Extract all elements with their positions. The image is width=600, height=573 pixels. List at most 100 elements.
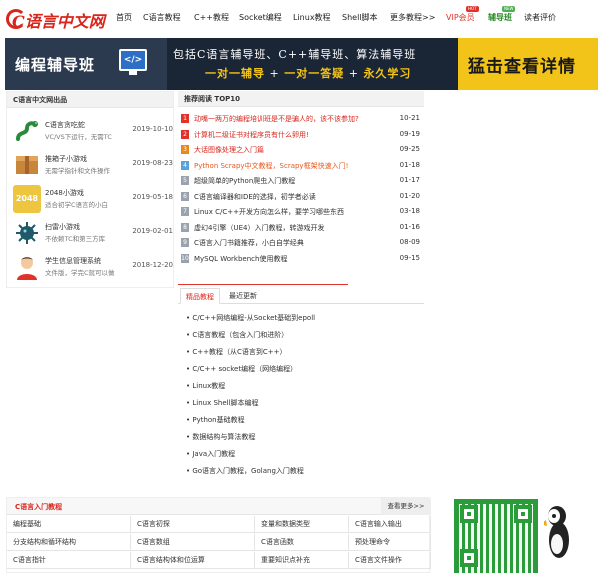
tab-recent[interactable]: 最近更新 bbox=[224, 288, 262, 304]
tutorial-link[interactable]: • C++教程（从C语言到C++） bbox=[186, 347, 286, 357]
top10-item[interactable]: 10 MySQL Workbench使用教程 09-15 bbox=[180, 251, 422, 266]
top10-item[interactable]: 7 Linux C/C++开发方向怎么样，要学习哪些东西 03-18 bbox=[180, 204, 422, 219]
box-icon bbox=[13, 151, 41, 179]
top10-item[interactable]: 1 动嘴一两万的编程培训班是不是骗人的，该不该参加? 10-21 bbox=[180, 111, 422, 126]
course-more-link[interactable]: 查看更多>> bbox=[381, 498, 431, 515]
article-title-link[interactable]: 虚幻4引擎（UE4）入门教程，转游戏开发 bbox=[194, 223, 392, 233]
top10-item[interactable]: 3 大话图像处理之入门篇 09-25 bbox=[180, 142, 422, 157]
course-link[interactable]: 重要知识点补充 bbox=[255, 552, 349, 569]
course-link[interactable]: C语言指针 bbox=[7, 552, 131, 569]
app-item[interactable]: 学生信息管理系统 文件版，学完C就可以做 2018-12-20 bbox=[13, 250, 173, 284]
article-date: 01-18 bbox=[399, 160, 420, 169]
article-title-link[interactable]: 超级简单的Python爬虫入门教程 bbox=[194, 176, 392, 186]
tutorial-tabs: 精品教程 最近更新 bbox=[178, 288, 424, 304]
article-title-link[interactable]: 计算机二级证书对程序员有什么卵用! bbox=[194, 130, 392, 140]
article-title-link[interactable]: 大话图像处理之入门篇 bbox=[194, 145, 392, 155]
tutorial-link[interactable]: • Go语言入门教程，Golang入门教程 bbox=[186, 466, 304, 476]
code-monitor-icon: </> bbox=[119, 49, 147, 71]
top10-item[interactable]: 5 超级简单的Python爬虫入门教程 01-17 bbox=[180, 173, 422, 188]
logo-text: C语言中文网 bbox=[12, 12, 105, 31]
rank-number: 5 bbox=[181, 176, 189, 185]
article-date: 10-21 bbox=[399, 114, 420, 122]
student-icon bbox=[13, 253, 41, 281]
qr-finder-icon bbox=[514, 505, 532, 523]
mine-icon bbox=[13, 219, 41, 247]
article-title-link[interactable]: Linux C/C++开发方向怎么样，要学习哪些东西 bbox=[194, 207, 392, 217]
app-date: 2019-08-23 bbox=[132, 159, 173, 167]
app-item[interactable]: C语言贪吃蛇 VC/VS下运行，无需TC 2019-10-10 bbox=[13, 114, 173, 148]
nav-c-tutorial[interactable]: C语言教程 bbox=[143, 12, 181, 23]
course-link[interactable]: C语言文件操作 bbox=[349, 552, 431, 569]
banner-feature-3: 永久学习 bbox=[363, 67, 412, 80]
tutorial-link[interactable]: • Linux Shell脚本编程 bbox=[186, 398, 259, 408]
article-title-link[interactable]: C语言编译器和IDE的选择，初学者必读 bbox=[194, 192, 392, 202]
course-link[interactable]: 变量和数据类型 bbox=[255, 516, 349, 533]
game-2048-icon: 2048 bbox=[13, 185, 41, 213]
site-logo[interactable]: C语言中文网 bbox=[6, 5, 105, 31]
rank-number: 1 bbox=[181, 114, 189, 123]
app-name: 2048小游戏 bbox=[45, 189, 84, 197]
nav-shell[interactable]: Shell脚本 bbox=[342, 12, 378, 23]
app-date: 2019-10-10 bbox=[132, 125, 173, 133]
app-desc: 适合初学C语言的小白 bbox=[45, 201, 109, 209]
tutorial-link[interactable]: • C/C++ socket编程（网络编程） bbox=[186, 364, 297, 374]
course-link[interactable]: C语言输入输出 bbox=[349, 516, 431, 533]
top10-item[interactable]: 4 Python Scrapy中文教程，Scrapy框架快速入门! 01-18 bbox=[180, 158, 422, 173]
monitor-stand-icon bbox=[129, 71, 137, 75]
nav-linux[interactable]: Linux教程 bbox=[293, 12, 331, 23]
banner-title: 编程辅导班 bbox=[15, 56, 96, 74]
game-2048-icon-text: 2048 bbox=[15, 194, 39, 203]
site-header: C语言中文网 首页 C语言教程 C++教程 Socket编程 Linux教程 S… bbox=[0, 0, 600, 36]
tutorial-link[interactable]: • Java入门教程 bbox=[186, 449, 235, 459]
course-title: C语言入门教程 bbox=[15, 503, 63, 511]
nav-tutoring[interactable]: 辅导班 bbox=[488, 12, 512, 23]
article-title-link[interactable]: Python Scrapy中文教程，Scrapy框架快速入门! bbox=[194, 161, 392, 171]
top10-item[interactable]: 9 C语言入门书籍推荐，小白自学经典 08-09 bbox=[180, 235, 422, 250]
tutorial-link[interactable]: • C语言教程（包含入门和进阶） bbox=[186, 330, 288, 340]
tab-featured[interactable]: 精品教程 bbox=[180, 288, 220, 304]
app-item[interactable]: 扫雷小游戏 不依赖TC和第三方库 2019-02-01 bbox=[13, 216, 173, 250]
tutorial-link[interactable]: • C/C++网络编程-从Socket基础到epoll bbox=[186, 313, 315, 323]
nav-home[interactable]: 首页 bbox=[116, 12, 132, 23]
nav-cpp-tutorial[interactable]: C++教程 bbox=[194, 12, 229, 23]
tutorial-link[interactable]: • Linux教程 bbox=[186, 381, 225, 391]
article-title-link[interactable]: C语言入门书籍推荐，小白自学经典 bbox=[194, 238, 392, 248]
wechat-qr-code bbox=[454, 499, 538, 573]
snake-icon bbox=[13, 117, 41, 145]
banner-plus-2: + bbox=[344, 67, 364, 80]
divider bbox=[178, 284, 348, 285]
app-item[interactable]: 2048 2048小游戏 适合初学C语言的小白 2019-05-18 bbox=[13, 182, 173, 216]
apps-panel: C语言中文网出品 C语言贪吃蛇 VC/VS下运行，无需TC 2019-10-10… bbox=[6, 91, 174, 288]
course-link[interactable]: C语言数组 bbox=[131, 534, 255, 551]
course-link[interactable]: 分支结构和循环结构 bbox=[7, 534, 131, 551]
course-link[interactable]: C语言初探 bbox=[131, 516, 255, 533]
nav-reviews[interactable]: 读者评价 bbox=[524, 12, 556, 23]
app-name: 学生信息管理系统 bbox=[45, 257, 101, 265]
course-link[interactable]: C语言结构体和位运算 bbox=[131, 552, 255, 569]
banner-title-area: 编程辅导班 </> bbox=[5, 38, 167, 90]
tutorial-link[interactable]: • Python基础教程 bbox=[186, 415, 245, 425]
article-title-link[interactable]: MySQL Workbench使用教程 bbox=[194, 254, 392, 264]
c-course-box: C语言入门教程 查看更多>> 编程基础 C语言初探 变量和数据类型 C语言输入输出分支… bbox=[6, 497, 431, 573]
article-title-link[interactable]: 动嘴一两万的编程培训班是不是骗人的，该不该参加? bbox=[194, 114, 392, 124]
banner-line-1: 包括C语言辅导班、C++辅导班、算法辅导班 bbox=[173, 48, 417, 61]
top10-title: 推荐阅读 TOP10 bbox=[178, 91, 424, 107]
course-link[interactable]: 编程基础 bbox=[7, 516, 131, 533]
top10-item[interactable]: 8 虚幻4引擎（UE4）入门教程，转游戏开发 01-16 bbox=[180, 220, 422, 235]
rank-number: 7 bbox=[181, 207, 189, 216]
top10-item[interactable]: 6 C语言编译器和IDE的选择，初学者必读 01-20 bbox=[180, 189, 422, 204]
app-name: 扫雷小游戏 bbox=[45, 223, 80, 231]
nav-socket[interactable]: Socket编程 bbox=[239, 12, 282, 23]
banner-feature-2: 一对一答疑 bbox=[284, 67, 345, 80]
course-link[interactable]: 预处理命令 bbox=[349, 534, 431, 551]
nav-vip[interactable]: VIP会员 bbox=[446, 12, 475, 23]
apps-panel-title: C语言中文网出品 bbox=[7, 92, 173, 108]
app-item[interactable]: 推箱子小游戏 无需学指针和文件操作 2019-08-23 bbox=[13, 148, 173, 182]
tutorial-link[interactable]: • 数据结构与算法教程 bbox=[186, 432, 255, 442]
top10-item[interactable]: 2 计算机二级证书对程序员有什么卵用! 09-19 bbox=[180, 127, 422, 142]
banner-plus-1: + bbox=[265, 67, 285, 80]
banner-cta-button[interactable]: 猛击查看详情 bbox=[458, 38, 598, 90]
course-link[interactable]: C语言函数 bbox=[255, 534, 349, 551]
nav-more[interactable]: 更多教程>> bbox=[390, 12, 435, 23]
tutoring-banner[interactable]: 编程辅导班 </> 包括C语言辅导班、C++辅导班、算法辅导班 一对一辅导 + … bbox=[5, 38, 598, 90]
